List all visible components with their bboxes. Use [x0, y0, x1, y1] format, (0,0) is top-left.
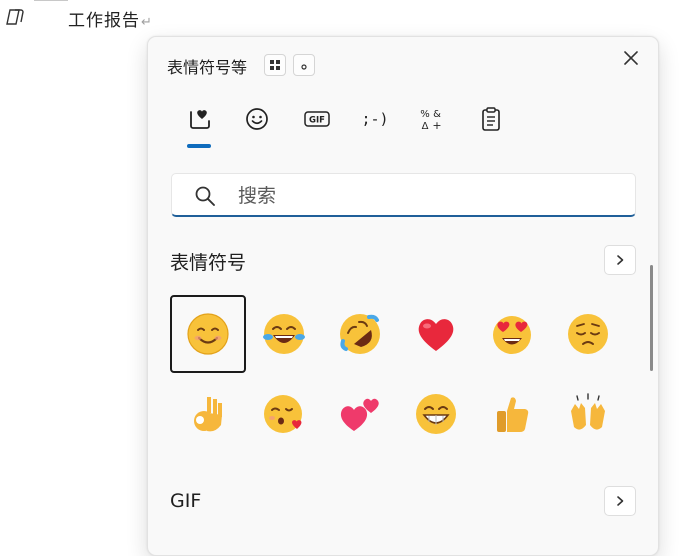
gif-icon: GIF — [304, 111, 330, 127]
svg-text:+: + — [432, 119, 441, 132]
rofl-icon — [340, 314, 380, 354]
close-icon — [624, 51, 638, 65]
emoji-section-title: 表情符号 — [170, 252, 247, 274]
blowing-kiss-icon — [264, 395, 302, 433]
emoji-tab[interactable] — [184, 103, 216, 135]
symbols-icon: % & Δ + — [420, 109, 441, 132]
copilot-icon[interactable] — [4, 8, 26, 26]
dot-icon — [301, 64, 307, 70]
search-box[interactable] — [171, 173, 636, 217]
chevron-right-icon — [617, 496, 624, 506]
panel-title: 表情符号等 — [167, 58, 248, 77]
search-input[interactable] — [236, 182, 620, 210]
chevron-right-icon — [617, 255, 624, 265]
emoji-grinning-face[interactable] — [398, 375, 474, 453]
kaomoji-tab-label: ;-) — [361, 110, 388, 128]
emoji-rolling-on-floor-laughing[interactable] — [322, 295, 398, 373]
emoji-red-heart[interactable] — [398, 295, 474, 373]
emoji-raising-hands[interactable] — [550, 375, 626, 453]
svg-text:%: % — [420, 109, 430, 120]
raising-hands-icon — [571, 393, 605, 430]
clipboard-tab[interactable] — [475, 103, 507, 135]
tears-of-joy-icon — [263, 314, 305, 354]
emoji-panel: 表情符号等 GIF ;-) % & Δ + 搜索 表情符号 GIF — [147, 36, 659, 556]
emoji-two-hearts[interactable] — [322, 375, 398, 453]
heart-box-icon — [190, 110, 210, 129]
svg-text:Δ: Δ — [422, 121, 429, 132]
close-button[interactable] — [620, 47, 642, 69]
kaomoji-icon: ;-) — [361, 110, 388, 128]
kaomoji-face-tab[interactable] — [241, 103, 273, 135]
emoji-section-more-button[interactable] — [604, 245, 636, 275]
smiley-icon — [246, 108, 268, 130]
gif-section-more-button[interactable] — [604, 486, 636, 516]
ok-hand-icon — [194, 397, 222, 432]
emoji-ok-hand[interactable] — [170, 375, 246, 453]
thumbs-up-icon — [497, 397, 529, 432]
clipboard-icon — [482, 107, 500, 131]
gif-section-title: GIF — [170, 490, 202, 512]
heart-eyes-icon — [493, 316, 531, 354]
emoji-heart-eyes[interactable] — [474, 295, 550, 373]
active-tab-indicator — [187, 144, 211, 148]
emoji-pensive-face[interactable] — [550, 295, 626, 373]
search-icon — [195, 186, 215, 206]
panel-scrollbar[interactable] — [650, 265, 653, 371]
grinning-face-icon — [416, 394, 456, 434]
grid-icon — [270, 60, 280, 70]
emoji-thumbs-up[interactable] — [474, 375, 550, 453]
pin-button[interactable] — [293, 54, 315, 76]
red-heart-icon — [418, 319, 454, 351]
symbols-tab[interactable]: % & Δ + — [416, 103, 448, 135]
paragraph-mark: ↵ — [141, 15, 153, 30]
document-text: 工作报告 — [68, 11, 140, 31]
document-top-rule — [34, 0, 68, 1]
gif-tab[interactable]: GIF — [301, 103, 333, 135]
layout-toggle-button[interactable] — [264, 54, 286, 76]
emoji-smiling-face[interactable] — [170, 295, 246, 373]
document-heading[interactable]: 工作报告↵ — [68, 6, 153, 31]
pensive-face-icon — [568, 314, 608, 354]
emoji-face-with-tears-of-joy[interactable] — [246, 295, 322, 373]
two-hearts-icon — [340, 398, 379, 431]
smiling-face-icon — [187, 313, 229, 355]
emoji-face-blowing-kiss[interactable] — [246, 375, 322, 453]
gif-tab-label: GIF — [309, 116, 325, 126]
kaomoji-tab[interactable]: ;-) — [357, 103, 393, 135]
